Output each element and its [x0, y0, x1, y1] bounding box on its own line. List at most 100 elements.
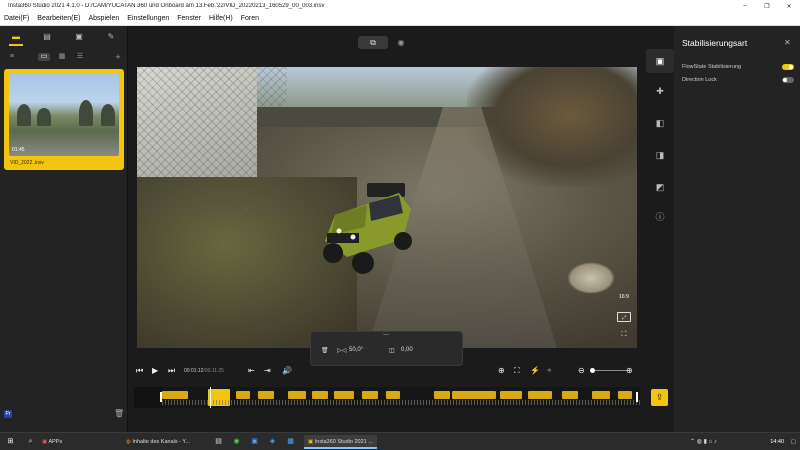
- fit-view-icon[interactable]: ⤢: [617, 312, 631, 322]
- menu-settings[interactable]: Einstellungen: [123, 15, 173, 22]
- deep-track-icon[interactable]: ⛶: [514, 365, 520, 377]
- clip-filename: VID_2022..insv: [10, 160, 44, 166]
- add-media-button[interactable]: +: [112, 53, 124, 62]
- timeline-track[interactable]: [134, 387, 640, 408]
- zoom-slider-handle[interactable]: [590, 368, 595, 373]
- timeline-segment[interactable]: [162, 391, 188, 399]
- timeline-segment[interactable]: [500, 391, 522, 399]
- timeline-segment[interactable]: [362, 391, 378, 399]
- play-icon[interactable]: ▶: [152, 365, 158, 377]
- audio-waveform: [162, 400, 640, 405]
- camera-settings-icon[interactable]: ◧: [646, 111, 674, 135]
- zoom-slider[interactable]: [592, 370, 628, 371]
- fov-value: 50,0°: [349, 347, 364, 353]
- color-icon[interactable]: ◨: [646, 143, 674, 167]
- rc-jeep-image: [323, 183, 412, 274]
- ai-icon[interactable]: ✦: [546, 365, 553, 377]
- edit-tab-icon[interactable]: ✎: [104, 32, 118, 42]
- playhead[interactable]: [210, 387, 211, 408]
- timeline-segment[interactable]: [562, 391, 578, 399]
- timeline-segment[interactable]: [288, 391, 306, 399]
- start-icon[interactable]: ⊞: [4, 435, 17, 449]
- timeline-segment[interactable]: [236, 391, 250, 399]
- zoom-out-icon[interactable]: ⊖: [578, 365, 585, 377]
- delete-keyframe-icon[interactable]: 🗑: [321, 347, 329, 354]
- taskbar-insta360[interactable]: ▣ Insta360 Studio 2021 ...: [304, 435, 377, 449]
- trim-start-icon[interactable]: ⇤: [248, 365, 255, 377]
- panel-title: Stabilisierungsart: [682, 38, 748, 48]
- sort-icon[interactable]: ≡: [6, 53, 18, 61]
- clip-duration: 01:45: [12, 147, 25, 153]
- media-clip-card[interactable]: 01:45 VID_2022..insv: [4, 69, 124, 170]
- audio-icon[interactable]: ◩: [646, 175, 674, 199]
- fullscreen-icon[interactable]: ⛶: [617, 330, 631, 340]
- add-keyframe-icon[interactable]: ⊕: [498, 365, 505, 377]
- search-icon[interactable]: ⌕: [24, 435, 37, 449]
- menu-window[interactable]: Fenster: [173, 15, 205, 22]
- volume-icon[interactable]: 🔊: [282, 365, 292, 377]
- delete-clip-icon[interactable]: 🗑: [114, 409, 124, 418]
- stabilization-icon[interactable]: ▣: [646, 49, 674, 73]
- minimize-button[interactable]: –: [734, 3, 756, 9]
- timeline-segment[interactable]: [528, 391, 552, 399]
- taskbar-clock[interactable]: 14:40: [770, 435, 784, 449]
- store-icon[interactable]: ▤: [212, 435, 225, 449]
- timeline-segment[interactable]: [618, 391, 632, 399]
- zoom-in-icon[interactable]: ⊕: [626, 365, 633, 377]
- trim-end-marker[interactable]: [636, 392, 638, 402]
- previous-icon[interactable]: ⏮: [136, 365, 143, 377]
- window-title: Insta360 Studio 2021 4.1.0 - D:/CAM/YUCA…: [8, 3, 325, 9]
- distortion-icon: ◫: [389, 348, 395, 354]
- tray-icons[interactable]: ⌃ ◍ ▮ ⌂ ♪: [690, 435, 717, 449]
- large-thumb-view-icon[interactable]: ▭: [38, 53, 50, 61]
- menu-help[interactable]: Hilfe(H): [205, 15, 237, 22]
- collapse-chevron-icon[interactable]: ︶: [383, 332, 389, 341]
- clip-thumbnail: 01:45: [9, 73, 119, 156]
- maximize-button[interactable]: ❐: [756, 3, 778, 10]
- media-tab-icon[interactable]: ▬: [9, 32, 23, 46]
- timeline-segment[interactable]: [386, 391, 400, 399]
- app-icon[interactable]: ◈: [266, 435, 279, 449]
- aspect-ratio-badge[interactable]: 16:9: [617, 292, 631, 302]
- menu-file[interactable]: Datei(F): [0, 15, 33, 22]
- timeline-segment[interactable]: [258, 391, 274, 399]
- trim-start-marker[interactable]: [160, 392, 162, 402]
- close-window-button[interactable]: ✕: [778, 3, 800, 10]
- timeline-segment[interactable]: [452, 391, 496, 399]
- current-time: 00:01:12: [184, 368, 204, 374]
- premiere-plugin-icon[interactable]: Pr: [4, 410, 12, 418]
- close-panel-icon[interactable]: ✕: [784, 38, 791, 47]
- timeline-segment[interactable]: [312, 391, 328, 399]
- view-mode-button[interactable]: ◉: [394, 36, 408, 49]
- windows-taskbar: ⊞ ⌕ ▣ APPs ◍ Inhalte des Kanals - Y... ▤…: [0, 432, 800, 450]
- taskbar-apps[interactable]: ▣ APPs: [42, 435, 120, 449]
- next-icon[interactable]: ⏭: [168, 365, 175, 377]
- trim-end-icon[interactable]: ⇥: [264, 365, 271, 377]
- menu-playback[interactable]: Abspielen: [84, 15, 123, 22]
- speed-icon[interactable]: ⚡: [530, 365, 540, 377]
- timeline-segment[interactable]: [334, 391, 354, 399]
- explorer-icon[interactable]: ▦: [284, 435, 297, 449]
- menu-edit[interactable]: Bearbeiten(E): [33, 15, 84, 22]
- info-icon[interactable]: ⓘ: [646, 205, 674, 229]
- taskbar-browser[interactable]: ◍ Inhalte des Kanals - Y...: [126, 435, 206, 449]
- list-view-icon[interactable]: ☰: [74, 53, 86, 61]
- timeline-segment[interactable]: [434, 391, 450, 399]
- plugins-icon[interactable]: ✚: [646, 79, 674, 103]
- flowstate-option: FlowState Stabilisierung: [682, 62, 794, 72]
- stabilization-panel: Stabilisierungsart ✕ FlowState Stabilisi…: [674, 26, 800, 432]
- outlook-icon[interactable]: ▣: [248, 435, 261, 449]
- distortion-value: 0,00: [401, 347, 413, 353]
- folder-tab-icon[interactable]: ▣: [72, 32, 86, 42]
- window-titlebar: Insta360 Studio 2021 4.1.0 - D:/CAM/YUCA…: [0, 0, 800, 12]
- video-preview[interactable]: 16:9 ⤢ ⛶: [137, 67, 637, 348]
- chrome-icon[interactable]: ◉: [230, 435, 243, 449]
- notifications-icon[interactable]: ▢: [791, 435, 796, 449]
- direction-lock-toggle[interactable]: [782, 77, 794, 83]
- grid-view-icon[interactable]: ▦: [56, 53, 68, 61]
- project-tab-icon[interactable]: ▤: [40, 32, 54, 42]
- menu-forums[interactable]: Foren: [237, 15, 263, 22]
- timeline-segment[interactable]: [592, 391, 610, 399]
- flowstate-toggle[interactable]: [782, 64, 794, 70]
- edit-mode-button[interactable]: ⧉: [358, 36, 388, 49]
